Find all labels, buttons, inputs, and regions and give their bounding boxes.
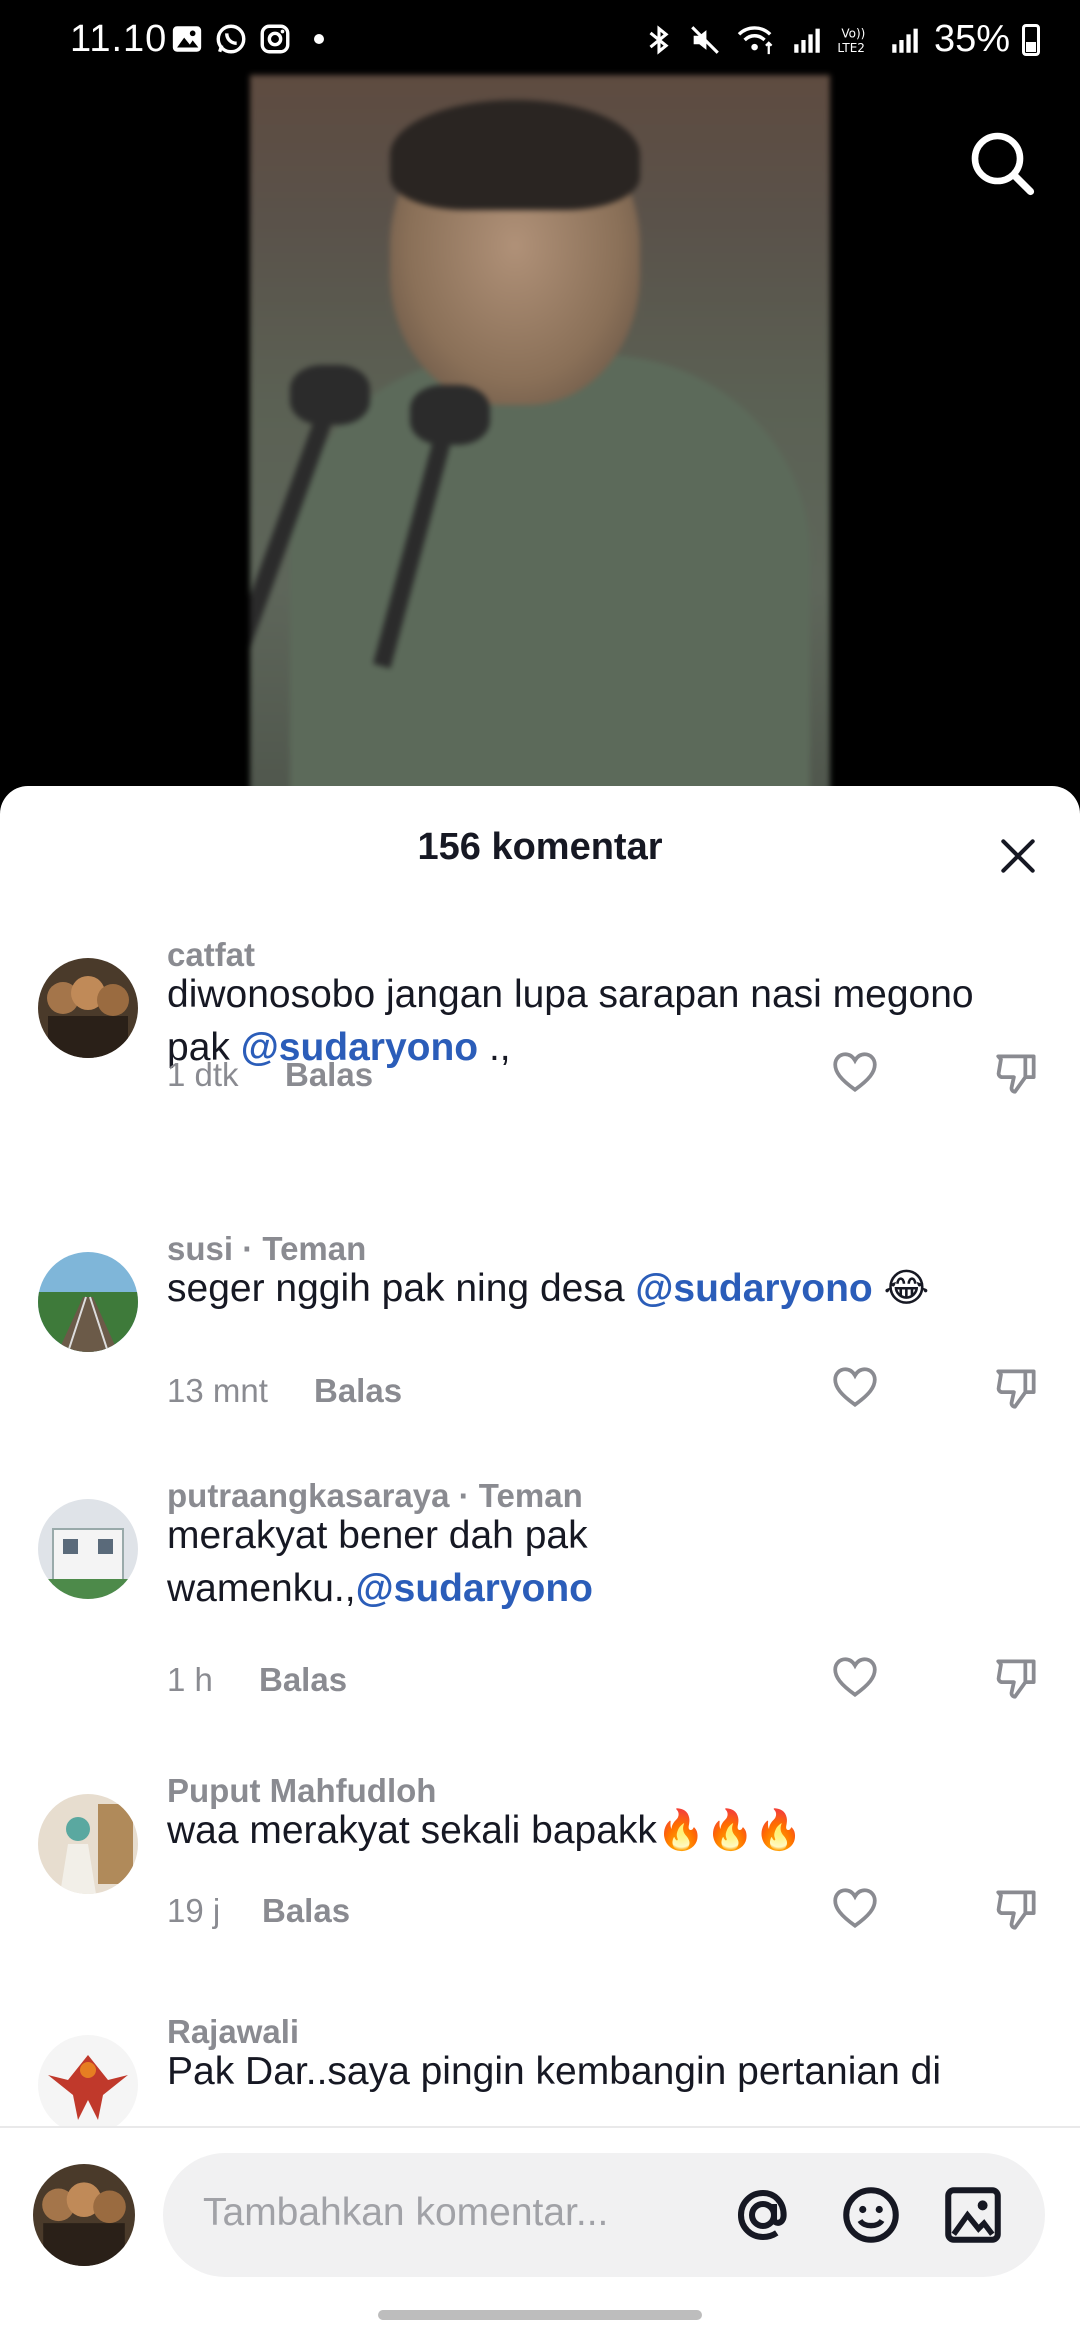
notification-dot — [314, 34, 324, 44]
video-player[interactable] — [0, 75, 1080, 805]
avatar[interactable] — [38, 2035, 138, 2126]
mute-icon — [691, 25, 719, 54]
dislike-icon[interactable] — [992, 1048, 1042, 1098]
comment-item: Rajawali Pak Dar..saya pingin kembangin … — [0, 2013, 1080, 2126]
dislike-icon[interactable] — [992, 1884, 1042, 1934]
battery-icon — [1022, 23, 1040, 56]
status-time: 11.10 — [70, 18, 168, 60]
status-bar: 11.10 Vo)) LTE2 35% — [0, 0, 1080, 80]
image-icon[interactable] — [940, 2182, 1006, 2248]
svg-text:Vo)): Vo)) — [841, 26, 865, 40]
comment-time: 13 mnt — [167, 1372, 268, 1409]
comment-placeholder: Tambahkan komentar... — [203, 2191, 609, 2234]
avatar[interactable] — [38, 958, 138, 1058]
volte-icon: Vo))LTE2 — [837, 26, 865, 55]
avatar[interactable] — [38, 1252, 138, 1352]
video-frame — [250, 75, 830, 805]
svg-text:LTE2: LTE2 — [837, 41, 865, 55]
whatsapp-icon — [216, 24, 246, 54]
reply-button[interactable]: Balas — [285, 1056, 373, 1094]
reply-button[interactable]: Balas — [259, 1661, 347, 1699]
gallery-icon — [172, 26, 202, 52]
home-indicator[interactable] — [378, 2310, 702, 2320]
dislike-icon[interactable] — [992, 1653, 1042, 1703]
heart-icon[interactable] — [830, 1363, 880, 1413]
mention-link[interactable]: @sudaryono — [635, 1267, 872, 1310]
my-avatar[interactable] — [33, 2164, 135, 2266]
comment-text: waa merakyat sekali bapakk🔥🔥🔥 — [167, 1809, 803, 1852]
heart-icon[interactable] — [830, 1884, 880, 1934]
battery-percent: 35% — [933, 18, 1010, 60]
status-left-icons — [170, 22, 324, 56]
avatar[interactable] — [38, 1499, 138, 1599]
wifi-icon — [737, 25, 773, 54]
comment-text: seger nggih pak ning desa @sudaryono 😂 — [167, 1267, 930, 1310]
comment-time: 1 dtk — [167, 1056, 239, 1093]
bluetooth-icon — [649, 24, 669, 55]
comment-text: merakyat bener dah pak wamenku.,@sudaryo… — [167, 1514, 593, 1610]
comment-text: Pak Dar..saya pingin kembangin pertanian… — [167, 2050, 941, 2093]
reply-button[interactable]: Balas — [314, 1372, 402, 1410]
reply-button[interactable]: Balas — [262, 1892, 350, 1930]
comment-input[interactable]: Tambahkan komentar... — [163, 2153, 1045, 2277]
mention-icon[interactable] — [730, 2182, 796, 2248]
avatar[interactable] — [38, 1794, 138, 1894]
instagram-icon — [260, 24, 290, 54]
comment-time: 19 j — [167, 1892, 221, 1929]
dislike-icon[interactable] — [992, 1363, 1042, 1413]
heart-icon[interactable] — [830, 1048, 880, 1098]
comment-time: 1 h — [167, 1661, 213, 1698]
comments-count-title: 156 komentar — [417, 826, 663, 868]
status-right-icons: Vo)) LTE2 35% — [642, 18, 1040, 61]
heart-icon[interactable] — [830, 1653, 880, 1703]
close-icon[interactable] — [996, 834, 1040, 878]
mention-link[interactable]: @sudaryono — [356, 1567, 593, 1610]
search-icon[interactable] — [966, 127, 1038, 199]
comment-input-bar: Tambahkan komentar... — [0, 2126, 1080, 2340]
signal-icon — [892, 28, 918, 53]
signal-icon — [794, 28, 820, 53]
emoji-icon[interactable] — [838, 2182, 904, 2248]
